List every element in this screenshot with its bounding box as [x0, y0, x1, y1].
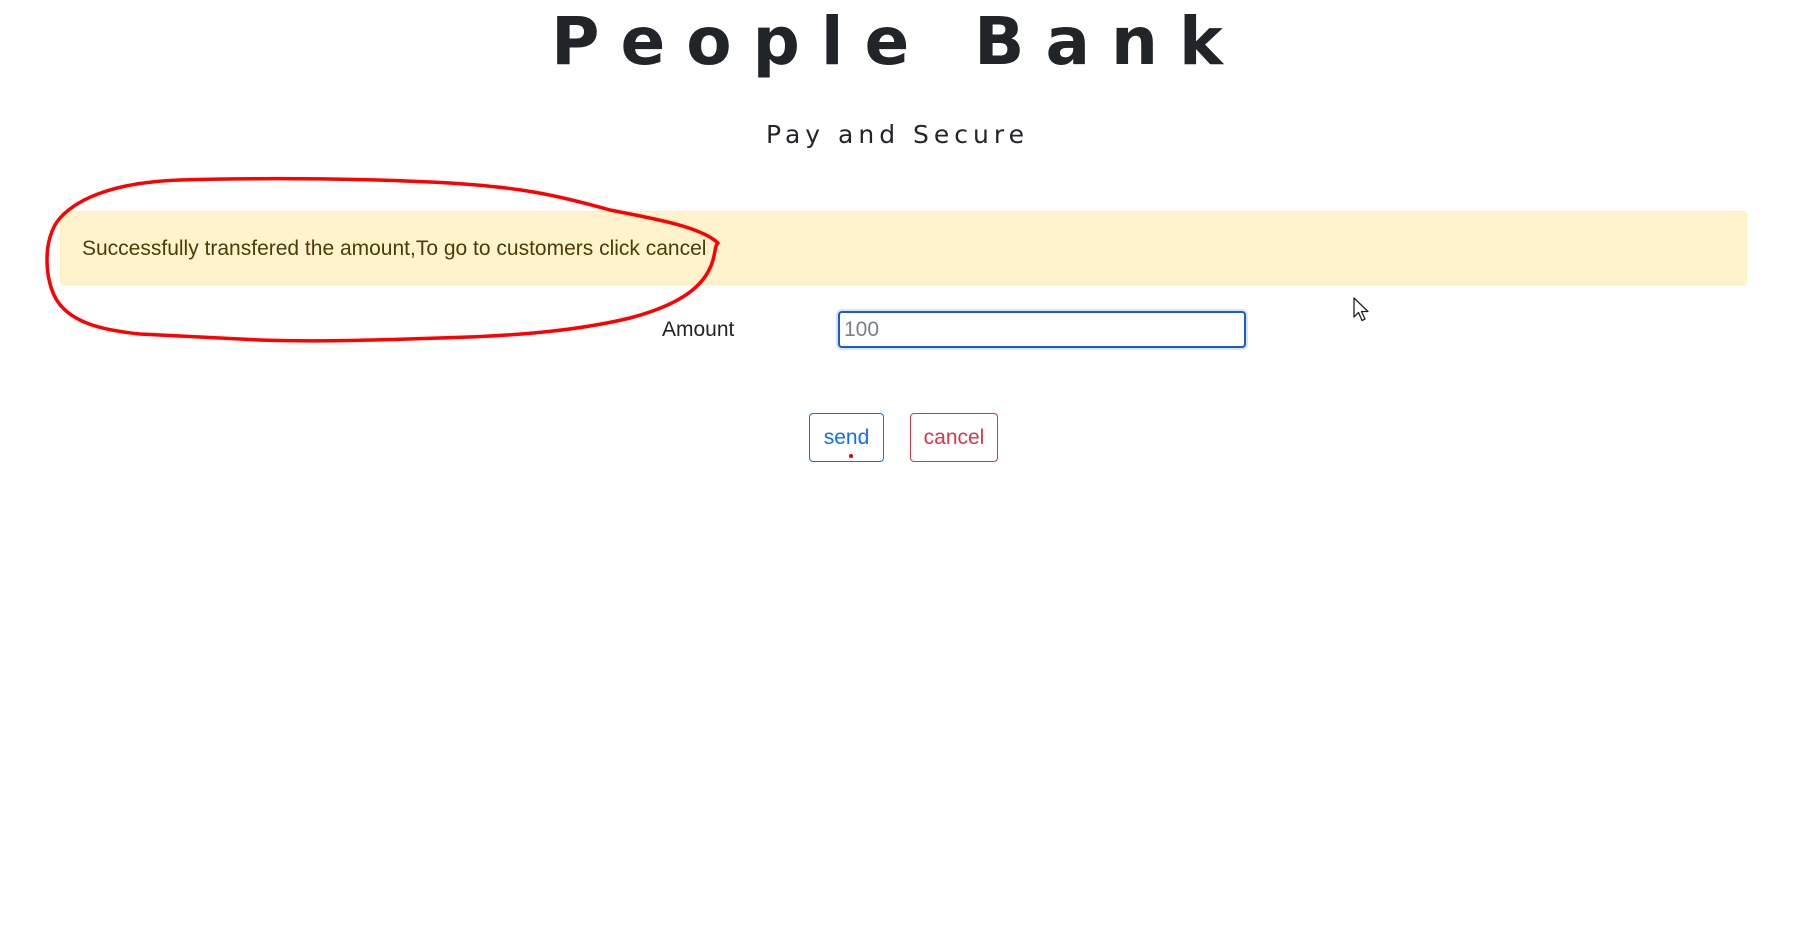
amount-label: Amount: [662, 318, 735, 341]
mouse-pointer-icon: [1353, 297, 1369, 322]
cancel-button[interactable]: cancel: [910, 413, 998, 462]
send-button[interactable]: send: [809, 413, 884, 462]
click-marker: [849, 454, 853, 458]
page-title: People Bank: [551, 3, 1244, 80]
page-subtitle: Pay and Secure: [766, 120, 1029, 149]
amount-input[interactable]: [838, 311, 1246, 348]
alert-message: Successfully transfered the amount,To go…: [82, 237, 707, 260]
success-alert: Successfully transfered the amount,To go…: [60, 211, 1747, 285]
